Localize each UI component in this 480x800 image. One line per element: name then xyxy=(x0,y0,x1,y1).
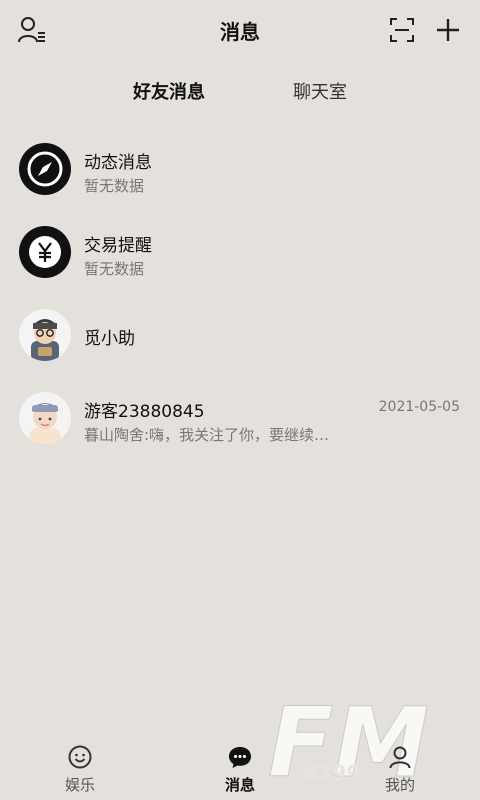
nav-label: 娱乐 xyxy=(64,776,95,794)
message-name: 交易提醒 xyxy=(84,236,152,256)
assistant-avatar xyxy=(19,309,71,361)
tab-friend-messages[interactable]: 好友消息 xyxy=(133,78,205,104)
person-icon xyxy=(389,746,411,769)
plus-icon[interactable] xyxy=(432,14,464,46)
message-preview: 暮山陶舍:嗨，我关注了你，要继续… xyxy=(84,426,330,444)
yen-icon xyxy=(19,226,71,278)
list-item[interactable]: 交易提醒 暂无数据 xyxy=(0,211,480,294)
scan-icon[interactable] xyxy=(386,14,418,46)
message-preview: 暂无数据 xyxy=(84,260,145,278)
nav-label: 消息 xyxy=(224,776,255,794)
message-preview: 暂无数据 xyxy=(84,177,145,195)
list-item[interactable]: 动态消息 暂无数据 xyxy=(0,128,480,211)
bottom-nav: 娱乐 消息 我的 xyxy=(0,736,480,800)
guest-avatar xyxy=(19,392,71,444)
compass-icon xyxy=(19,143,71,195)
nav-messages[interactable]: 消息 xyxy=(200,744,280,795)
message-name: 游客23880845 xyxy=(84,402,205,422)
nav-mine[interactable]: 我的 xyxy=(360,744,440,795)
list-item[interactable]: 游客23880845 暮山陶舍:嗨，我关注了你，要继续… 2021-05-05 xyxy=(0,377,480,460)
message-name: 动态消息 xyxy=(84,153,152,173)
message-date: 2021-05-05 xyxy=(378,399,460,415)
message-name: 觅小助 xyxy=(84,329,135,349)
header-bar: 消息 xyxy=(0,0,480,62)
list-item[interactable]: 觅小助 xyxy=(0,294,480,377)
nav-entertainment[interactable]: 娱乐 xyxy=(40,744,120,795)
chat-bubble-icon xyxy=(229,747,251,768)
tab-chat-room[interactable]: 聊天室 xyxy=(293,78,347,104)
smile-icon xyxy=(68,745,92,769)
nav-label: 我的 xyxy=(384,776,415,794)
message-tabs: 好友消息 聊天室 xyxy=(0,78,480,108)
message-list: 动态消息 暂无数据 交易提醒 暂无数据 觅小助 游客23880845 暮山陶舍:… xyxy=(0,128,480,460)
